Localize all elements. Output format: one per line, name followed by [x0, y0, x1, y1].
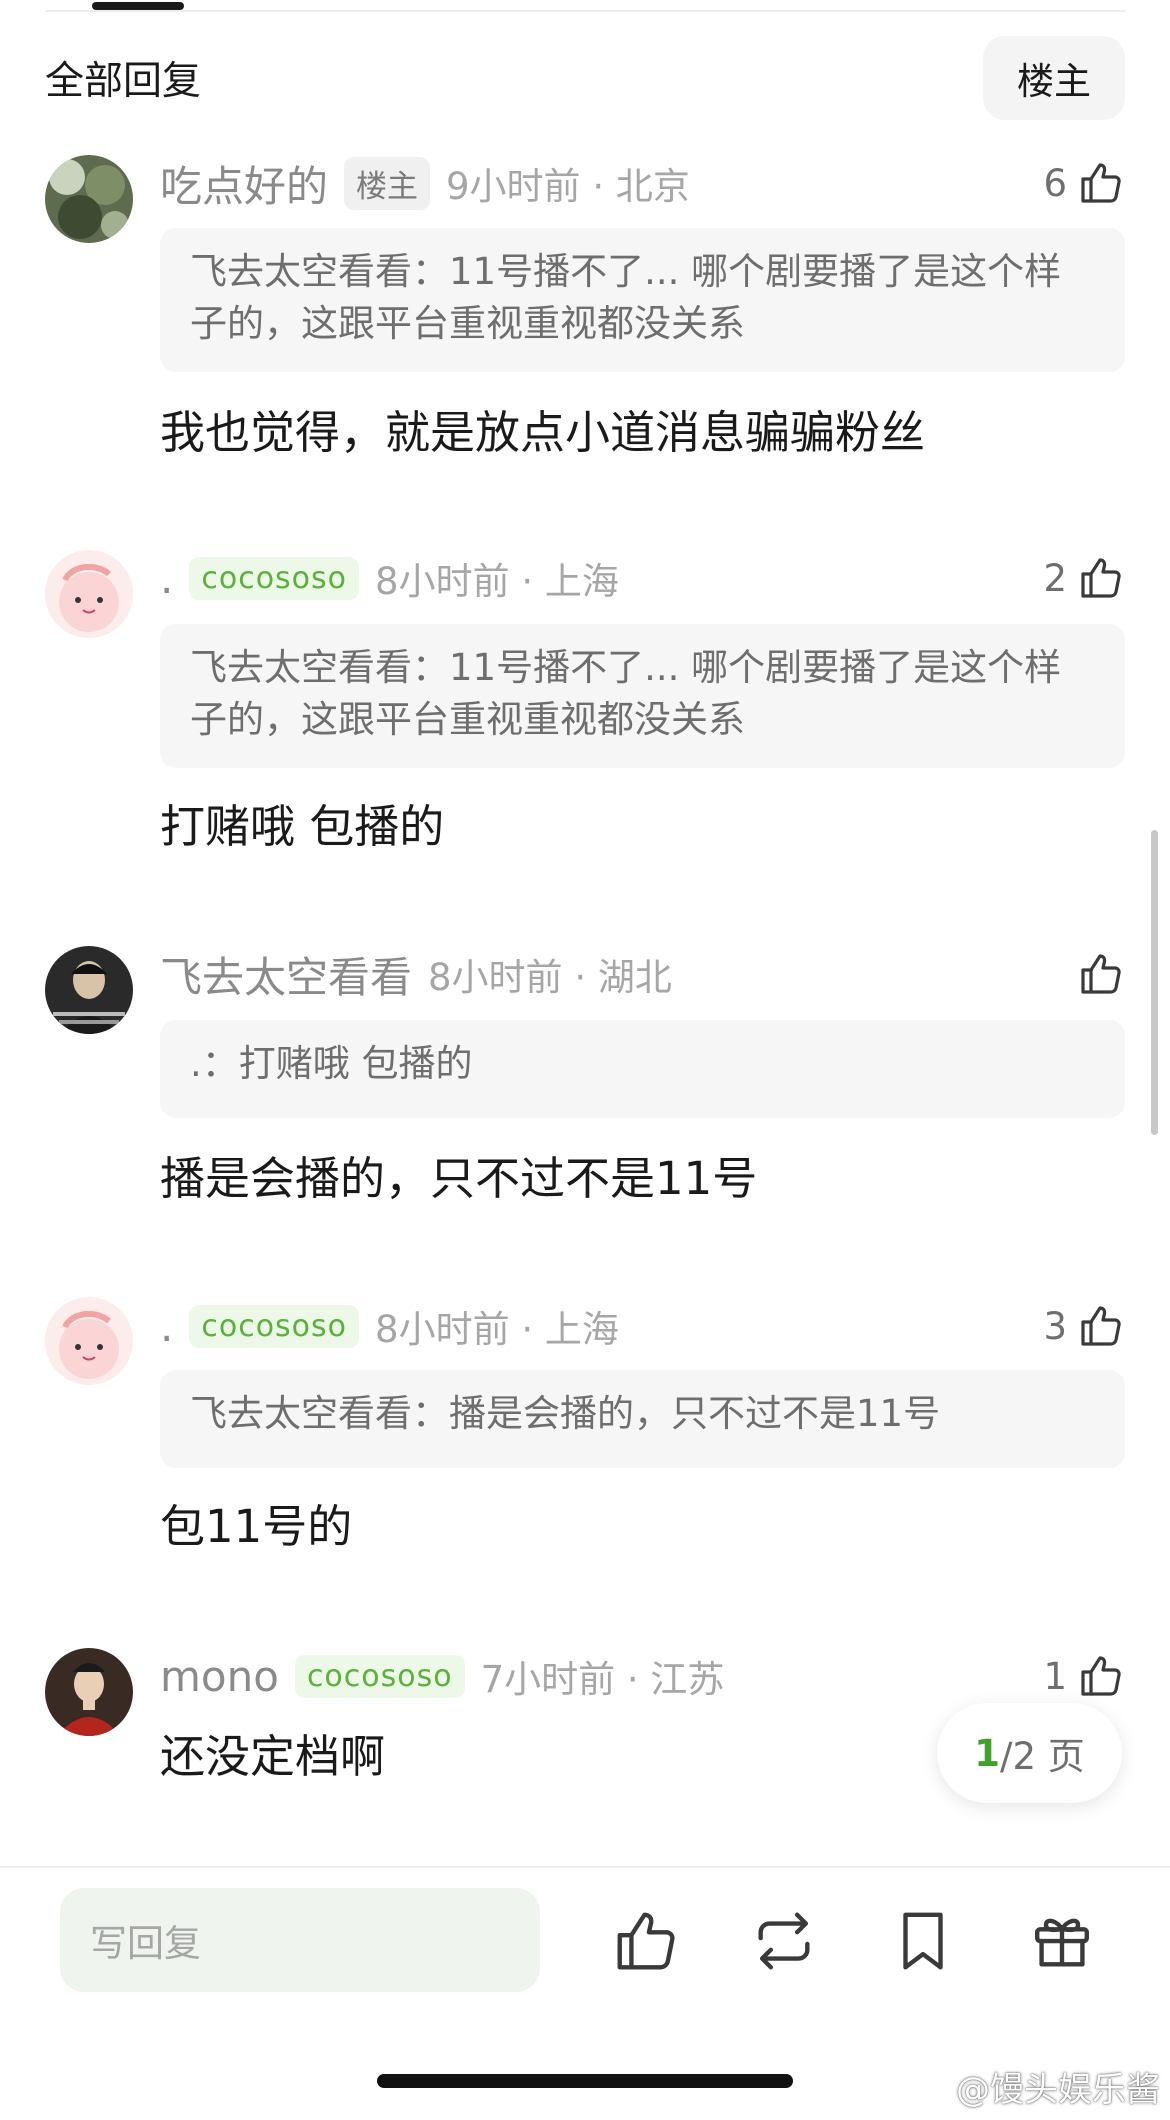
- scrollbar-thumb[interactable]: [1151, 830, 1158, 1135]
- top-divider: [45, 10, 1125, 12]
- username[interactable]: mono: [160, 1652, 279, 1701]
- comment-text: 包11号的: [160, 1500, 353, 1553]
- bookmark-icon[interactable]: [888, 1906, 958, 1976]
- comment-meta: 飞去太空看看 8小时前 · 湖北: [160, 944, 672, 1004]
- thumbs-up-icon: [1081, 1306, 1121, 1346]
- reply-input[interactable]: 写回复: [60, 1888, 540, 1992]
- time-location: 8小时前 · 上海: [375, 1308, 619, 1351]
- comment-text: 播是会播的，只不过不是11号: [160, 1152, 758, 1205]
- like-count: 2: [1043, 556, 1067, 600]
- comment-text: 打赌哦 包播的: [160, 800, 445, 853]
- owner-badge: 楼主: [344, 156, 431, 210]
- like-button[interactable]: [1077, 944, 1125, 1004]
- quoted-reply[interactable]: 飞去太空看看：播是会播的，只不过不是11号: [160, 1370, 1125, 1468]
- only-owner-filter-button[interactable]: 楼主: [983, 36, 1125, 120]
- current-page: 1: [974, 1731, 1000, 1775]
- username[interactable]: .: [160, 554, 173, 603]
- thumbs-up-icon[interactable]: [611, 1906, 681, 1976]
- username[interactable]: 吃点好的: [160, 153, 328, 214]
- username[interactable]: .: [160, 1302, 173, 1351]
- comment-meta: . cocososo 8小时前 · 上海: [160, 1296, 619, 1356]
- home-indicator: [377, 2074, 793, 2088]
- page-indicator[interactable]: 1 /2 页: [937, 1703, 1122, 1803]
- comment-meta: . cocososo 8小时前 · 上海: [160, 548, 619, 608]
- tab-indicator: [92, 2, 184, 10]
- like-button[interactable]: 1: [1043, 1646, 1125, 1706]
- username[interactable]: 飞去太空看看: [160, 944, 412, 1005]
- comment-meta: mono cocososo 7小时前 · 江苏: [160, 1646, 724, 1706]
- avatar[interactable]: [45, 1297, 133, 1385]
- quoted-reply[interactable]: 飞去太空看看：11号播不了... 哪个剧要播了是这个样子的，这跟平台重视重视都没…: [160, 624, 1125, 768]
- quoted-reply[interactable]: .：打赌哦 包播的: [160, 1020, 1125, 1118]
- like-count: 1: [1043, 1654, 1067, 1698]
- thumbs-up-icon: [1081, 163, 1121, 203]
- time-location: 8小时前 · 上海: [375, 560, 619, 603]
- fan-badge: cocososo: [189, 1304, 360, 1348]
- avatar[interactable]: [45, 1648, 133, 1736]
- replies-header: 全部回复 楼主: [45, 36, 1125, 120]
- like-count: 6: [1043, 161, 1067, 205]
- comment-text: 我也觉得，就是放点小道消息骗骗粉丝: [160, 406, 926, 459]
- avatar[interactable]: [45, 946, 133, 1034]
- quoted-reply[interactable]: 飞去太空看看：11号播不了... 哪个剧要播了是这个样子的，这跟平台重视重视都没…: [160, 228, 1125, 372]
- watermark: @馒头娱乐酱: [914, 2062, 1160, 2111]
- watermark-text: @馒头娱乐酱: [956, 2070, 1160, 2110]
- fan-badge: cocososo: [189, 556, 360, 600]
- like-count: 3: [1043, 1304, 1067, 1348]
- like-button[interactable]: 2: [1043, 548, 1125, 608]
- comment-text: 还没定档啊: [160, 1730, 386, 1783]
- time-location: 9小时前 · 北京: [446, 165, 690, 208]
- like-button[interactable]: 6: [1043, 153, 1125, 213]
- repost-icon[interactable]: [749, 1906, 819, 1976]
- comment-meta: 吃点好的 楼主 9小时前 · 北京: [160, 153, 690, 213]
- weibo-logo-icon: [914, 2074, 949, 2101]
- fan-badge: cocososo: [294, 1654, 465, 1698]
- avatar[interactable]: [45, 155, 133, 243]
- gift-icon[interactable]: [1027, 1906, 1097, 1976]
- thumbs-up-icon: [1081, 1656, 1121, 1696]
- time-location: 8小时前 · 湖北: [428, 956, 672, 999]
- thumbs-up-icon: [1081, 558, 1121, 598]
- avatar[interactable]: [45, 550, 133, 638]
- time-location: 7小时前 · 江苏: [480, 1658, 725, 1701]
- total-pages: /2 页: [999, 1735, 1085, 1778]
- section-title: 全部回复: [45, 59, 202, 104]
- like-button[interactable]: 3: [1043, 1296, 1125, 1356]
- thumbs-up-icon: [1081, 954, 1121, 994]
